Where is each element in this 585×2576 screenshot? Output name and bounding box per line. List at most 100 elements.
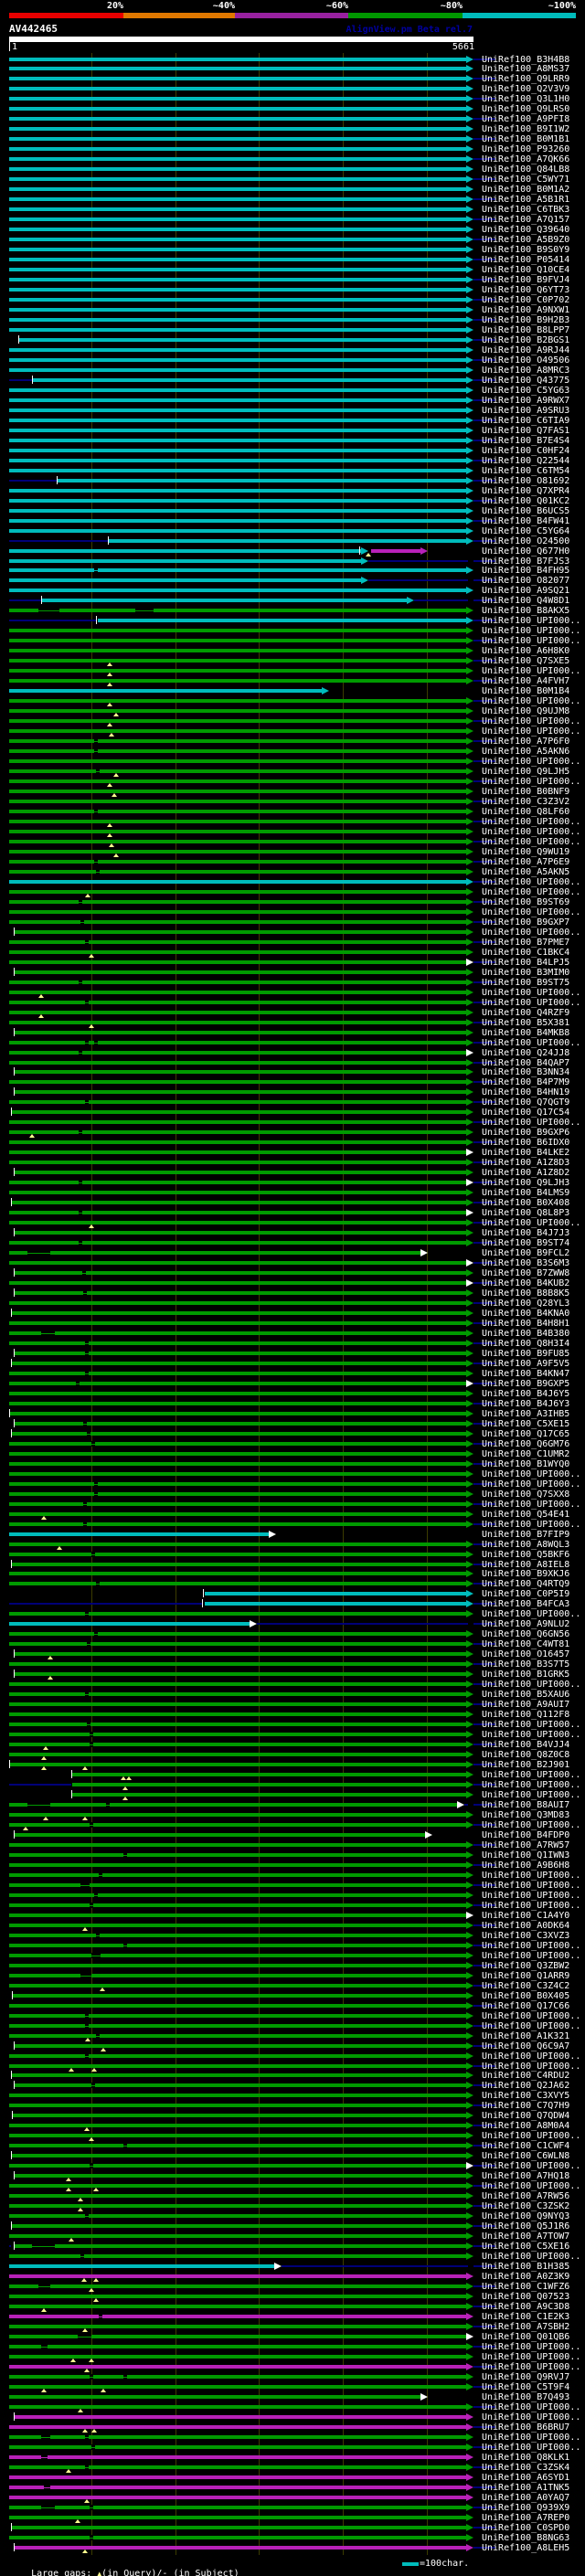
alignment-bar[interactable] [9,1341,466,1345]
alignment-bar[interactable] [9,959,466,964]
subject-label[interactable]: UniRef100_Q9NYQ3 [482,2211,569,2221]
alignment-bar[interactable] [9,2033,466,2038]
alignment-bar[interactable] [9,67,466,71]
alignment-bar[interactable] [15,1171,466,1175]
alignment-bar[interactable] [9,2295,466,2299]
subject-label[interactable]: UniRef100_UPI000.. [482,1901,580,1911]
alignment-bar[interactable] [9,2475,466,2479]
subject-label[interactable]: UniRef100_UPI000.. [482,2051,580,2062]
subject-label[interactable]: UniRef100_A7RW57 [482,1840,569,1850]
alignment-bar[interactable] [9,1973,466,1977]
alignment-bar[interactable] [9,1622,250,1627]
subject-label[interactable]: UniRef100_Q17C54 [482,1108,569,1118]
subject-label[interactable]: UniRef100_UPI000.. [482,726,580,737]
alignment-bar[interactable] [9,448,466,452]
subject-label[interactable]: UniRef100_B9FCL2 [482,1248,569,1258]
subject-label[interactable]: UniRef100_O81692 [482,476,569,486]
alignment-bar[interactable] [9,1842,466,1847]
subject-label[interactable]: UniRef100_B9I1W2 [482,124,569,134]
alignment-bar[interactable] [9,1501,466,1506]
alignment-bar[interactable] [9,2134,466,2138]
subject-label[interactable]: UniRef100_A0YAQ7 [482,2493,569,2503]
alignment-bar[interactable] [9,1753,466,1757]
alignment-bar[interactable] [9,1733,466,1737]
alignment-bar[interactable] [9,1211,466,1215]
alignment-bar[interactable] [15,1070,466,1075]
alignment-bar[interactable] [9,1471,466,1476]
subject-label[interactable]: UniRef100_UPI000.. [482,887,580,897]
alignment-bar[interactable] [9,719,466,724]
subject-label[interactable]: UniRef100_Q9LJH3 [482,1178,569,1188]
alignment-bar[interactable] [9,2424,466,2429]
alignment-bar[interactable] [9,1301,466,1306]
alignment-bar[interactable] [9,649,466,653]
subject-label[interactable]: UniRef100_B4MKB8 [482,1028,569,1038]
alignment-bar[interactable] [9,2454,466,2459]
subject-label[interactable]: UniRef100_Q7FAS1 [482,426,569,436]
alignment-bar[interactable] [9,879,466,884]
alignment-bar[interactable] [9,258,466,262]
alignment-bar[interactable] [9,1743,466,1747]
alignment-bar[interactable] [12,2224,466,2229]
alignment-bar[interactable] [9,689,322,694]
subject-label[interactable]: UniRef100_B9FU85 [482,1349,569,1359]
alignment-bar[interactable] [9,2053,466,2058]
alignment-bar[interactable] [15,2083,466,2088]
alignment-bar[interactable] [9,1662,466,1667]
subject-label[interactable]: UniRef100_UPI000.. [482,2181,580,2191]
alignment-bar[interactable] [12,2073,466,2078]
alignment-bar[interactable] [9,458,466,462]
alignment-bar[interactable] [9,288,466,292]
subject-label[interactable]: UniRef100_B8AKX5 [482,606,569,616]
subject-label[interactable]: UniRef100_Q07523 [482,2292,569,2302]
subject-label[interactable]: UniRef100_Q5J1R6 [482,2221,569,2231]
subject-label[interactable]: UniRef100_B0BNF9 [482,787,569,797]
alignment-bar[interactable] [9,759,466,764]
subject-label[interactable]: UniRef100_Q84LB8 [482,164,569,175]
subject-label[interactable]: UniRef100_B4H8H1 [482,1319,569,1329]
subject-label[interactable]: UniRef100_A8MRC3 [482,366,569,376]
subject-label[interactable]: UniRef100_Q9LRS0 [482,104,569,114]
subject-label[interactable]: UniRef100_Q17C65 [482,1429,569,1439]
subject-label[interactable]: UniRef100_UPI000.. [482,626,580,636]
subject-label[interactable]: UniRef100_Q7SXE5 [482,656,569,666]
alignment-bar[interactable] [9,1882,466,1887]
alignment-bar[interactable] [9,228,466,232]
alignment-bar[interactable] [12,2525,466,2529]
subject-label[interactable]: UniRef100_UPI000.. [482,696,580,706]
subject-label[interactable]: UniRef100_C0P702 [482,295,569,305]
subject-label[interactable]: UniRef100_Q39640 [482,225,569,235]
subject-label[interactable]: UniRef100_A1Z8D3 [482,1158,569,1168]
alignment-bar[interactable] [12,1562,466,1566]
subject-label[interactable]: UniRef100_UPI000.. [482,2161,580,2171]
alignment-bar[interactable] [9,2274,466,2279]
subject-label[interactable]: UniRef100_C0HF24 [482,446,569,456]
alignment-bar[interactable] [9,859,466,864]
subject-label[interactable]: UniRef100_C4RDU2 [482,2071,569,2081]
subject-label[interactable]: UniRef100_B9H2B3 [482,315,569,325]
alignment-bar[interactable] [9,1552,466,1556]
alignment-bar[interactable] [9,1862,466,1867]
subject-label[interactable]: UniRef100_A9RJ44 [482,345,569,355]
alignment-bar[interactable] [9,57,466,61]
subject-label[interactable]: UniRef100_UPI000.. [482,2352,580,2362]
subject-label[interactable]: UniRef100_Q9LJH5 [482,767,569,777]
alignment-bar[interactable] [9,327,466,332]
alignment-bar[interactable] [9,238,466,242]
subject-label[interactable]: UniRef100_A5B9Z0 [482,235,569,245]
alignment-bar[interactable] [9,147,466,152]
alignment-bar[interactable] [9,2535,466,2539]
subject-label[interactable]: UniRef100_Q9UJM8 [482,706,569,716]
subject-label[interactable]: UniRef100_UPI000.. [482,1479,580,1489]
alignment-bar[interactable] [9,1050,466,1055]
subject-label[interactable]: UniRef100_Q8LF60 [482,807,569,817]
alignment-bar[interactable] [9,1723,466,1727]
subject-label[interactable]: UniRef100_Q6GN56 [482,1629,569,1639]
subject-label[interactable]: UniRef100_B9S0Y9 [482,245,569,255]
subject-label[interactable]: UniRef100_Q8Z0C8 [482,1750,569,1760]
alignment-bar[interactable] [9,739,466,744]
subject-label[interactable]: UniRef100_C5WY71 [482,175,569,185]
alignment-bar[interactable] [9,1080,466,1085]
subject-label[interactable]: UniRef100_B2BGS1 [482,335,569,345]
alignment-bar[interactable] [9,1632,466,1637]
